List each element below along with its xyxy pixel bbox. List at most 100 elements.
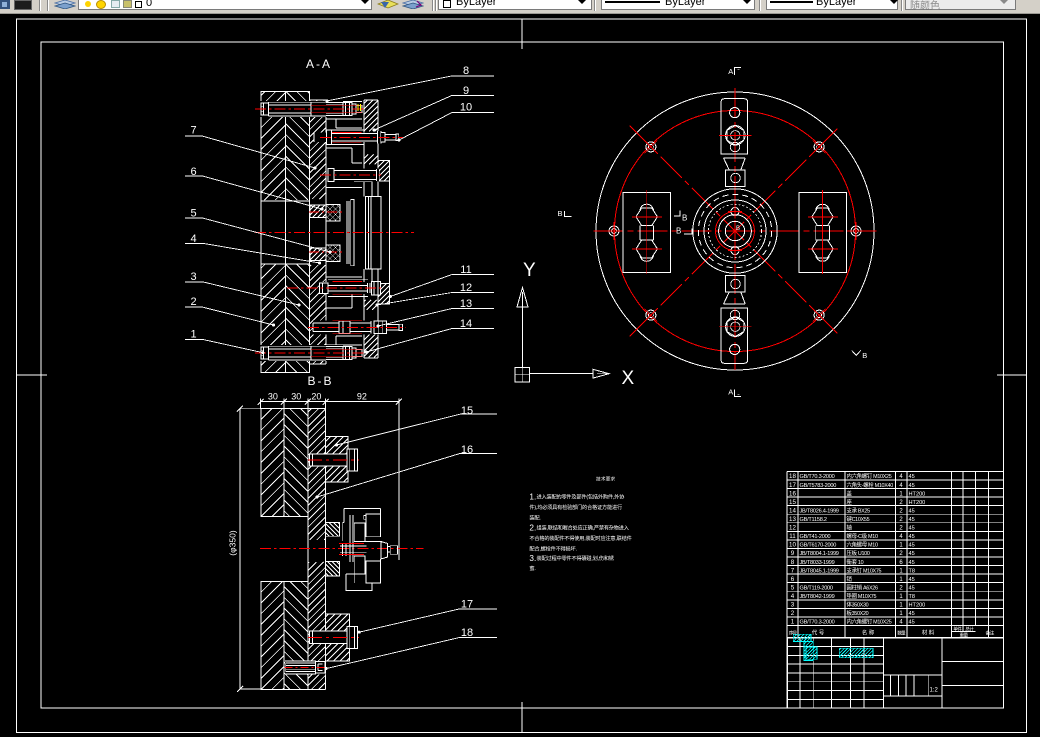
svg-text:B: B xyxy=(682,214,687,223)
svg-text:X: X xyxy=(622,368,635,389)
svg-text:B: B xyxy=(862,351,867,360)
svg-text:GB/T41-2000: GB/T41-2000 xyxy=(800,534,831,540)
svg-text:六角头-螺栓 M10X40: 六角头-螺栓 M10X40 xyxy=(847,481,894,489)
svg-text:1:2: 1:2 xyxy=(930,688,939,694)
svg-text:6: 6 xyxy=(791,576,795,583)
svg-text:45: 45 xyxy=(909,483,915,489)
svg-text:45: 45 xyxy=(909,474,915,480)
svg-text:45: 45 xyxy=(909,611,915,617)
svg-text:A: A xyxy=(728,67,733,76)
svg-text:装配.: 装配. xyxy=(529,514,540,522)
svg-text:进入装配的零件及部件(包括外购件,外协: 进入装配的零件及部件(包括外购件,外协 xyxy=(537,493,626,501)
svg-text:组装,联结和喔合处应正确,严禁有杂物进入: 组装,联结和喔合处应正确,严禁有杂物进入 xyxy=(537,524,629,532)
svg-text:9: 9 xyxy=(791,550,795,557)
svg-text:30: 30 xyxy=(268,391,278,401)
svg-text:轴: 轴 xyxy=(847,524,852,532)
svg-text:45: 45 xyxy=(909,543,915,549)
svg-text:7: 7 xyxy=(190,124,196,136)
svg-text:HT200: HT200 xyxy=(909,500,926,506)
svg-text:(φ350): (φ350) xyxy=(228,530,238,556)
svg-text:JB/T8045.1-1999: JB/T8045.1-1999 xyxy=(800,568,839,574)
svg-text:键C10X55: 键C10X55 xyxy=(847,515,870,523)
svg-text:2: 2 xyxy=(190,296,196,308)
svg-text:3: 3 xyxy=(190,271,196,283)
svg-text:4: 4 xyxy=(791,593,795,600)
svg-text:2: 2 xyxy=(791,610,795,617)
svg-text:16: 16 xyxy=(789,490,796,497)
svg-text:GB/T119-2000: GB/T119-2000 xyxy=(800,585,833,591)
svg-text:圆柱销 A6X26: 圆柱销 A6X26 xyxy=(847,583,878,591)
svg-text:GB/T70.3-2000: GB/T70.3-2000 xyxy=(800,474,835,480)
svg-text:A-A: A-A xyxy=(306,57,332,71)
svg-text:45: 45 xyxy=(909,508,915,514)
svg-text:30: 30 xyxy=(291,391,301,401)
svg-text:衛套 10: 衛套 10 xyxy=(847,558,864,566)
svg-text:垫圈 M10X75: 垫圈 M10X75 xyxy=(847,592,877,600)
svg-text:20: 20 xyxy=(311,391,321,401)
svg-text:B: B xyxy=(558,209,563,218)
svg-text:15: 15 xyxy=(789,499,796,506)
svg-text:3: 3 xyxy=(791,602,795,609)
svg-text:5: 5 xyxy=(791,584,795,591)
svg-text:单件: 单件 xyxy=(953,626,962,633)
svg-text:支承钉 M10X75: 支承钉 M10X75 xyxy=(847,566,882,574)
svg-text:装配过程中零件不得磧碰,划,伤和锈: 装配过程中零件不得磧碰,划,伤和锈 xyxy=(537,554,614,562)
svg-text:件),均必须具有检验部门的合格证方能进行: 件),均必须具有检验部门的合格证方能进行 xyxy=(529,503,622,511)
svg-text:B: B xyxy=(676,227,681,236)
svg-text:HT200: HT200 xyxy=(909,491,926,497)
svg-text:13: 13 xyxy=(789,516,796,523)
svg-text:15: 15 xyxy=(461,405,473,417)
svg-text:B-B: B-B xyxy=(307,374,333,388)
svg-text:45: 45 xyxy=(909,585,915,591)
svg-text:1.: 1. xyxy=(529,493,536,502)
svg-text:45: 45 xyxy=(909,577,915,583)
svg-text:10: 10 xyxy=(789,542,796,549)
svg-text:45: 45 xyxy=(909,526,915,532)
svg-text:92: 92 xyxy=(357,391,367,401)
svg-text:材 料: 材 料 xyxy=(922,629,935,637)
svg-text:JB/T8033-1999: JB/T8033-1999 xyxy=(800,560,835,566)
svg-text:Y: Y xyxy=(523,260,536,281)
svg-text:配合,螺栓件不得损坏.: 配合,螺栓件不得损坏. xyxy=(529,545,576,553)
svg-text:GB/T1158.2: GB/T1158.2 xyxy=(800,517,827,523)
svg-text:数量: 数量 xyxy=(897,630,906,637)
svg-text:8: 8 xyxy=(791,559,795,566)
svg-text:45: 45 xyxy=(909,620,915,626)
svg-text:10: 10 xyxy=(460,102,472,114)
svg-text:JB/T8004.1-1999: JB/T8004.1-1999 xyxy=(800,551,839,557)
svg-text:B: B xyxy=(736,226,740,232)
svg-text:HT200: HT200 xyxy=(909,603,926,609)
svg-text:螺母-C级 M10: 螺母-C级 M10 xyxy=(847,532,878,540)
svg-text:3.: 3. xyxy=(529,554,536,563)
svg-text:GB/T5783-2000: GB/T5783-2000 xyxy=(800,483,837,489)
svg-text:T8: T8 xyxy=(909,568,916,574)
svg-text:备注: 备注 xyxy=(986,630,995,637)
svg-text:14: 14 xyxy=(789,507,796,514)
svg-text:内六角螺钉 M10X25: 内六角螺钉 M10X25 xyxy=(847,618,892,626)
svg-text:45: 45 xyxy=(909,534,915,540)
svg-text:总计: 总计 xyxy=(965,626,974,633)
svg-text:12: 12 xyxy=(789,525,796,532)
svg-text:8: 8 xyxy=(463,65,469,77)
svg-text:支承 BX25: 支承 BX25 xyxy=(847,506,871,514)
svg-text:1: 1 xyxy=(791,619,795,626)
svg-text:45: 45 xyxy=(909,517,915,523)
svg-text:技术要求: 技术要求 xyxy=(596,476,615,483)
svg-text:代 号: 代 号 xyxy=(812,629,825,637)
svg-text:1: 1 xyxy=(190,329,196,341)
svg-text:18: 18 xyxy=(789,473,796,480)
svg-text:17: 17 xyxy=(789,482,796,489)
svg-text:不合格的装配件不得使用,装配时应注意,联结件: 不合格的装配件不得使用,装配时应注意,联结件 xyxy=(529,534,631,542)
svg-text:7: 7 xyxy=(791,567,795,574)
svg-text:A: A xyxy=(728,388,733,397)
svg-text:名 称: 名 称 xyxy=(862,629,875,637)
svg-text:板350X20: 板350X20 xyxy=(847,609,869,617)
svg-text:45: 45 xyxy=(909,551,915,557)
svg-text:体350X30: 体350X30 xyxy=(847,601,869,609)
svg-text:JB/T8042-1999: JB/T8042-1999 xyxy=(800,594,835,600)
svg-text:压板 U100: 压板 U100 xyxy=(847,549,870,557)
svg-text:45: 45 xyxy=(909,560,915,566)
svg-text:JB/T8026.4-1999: JB/T8026.4-1999 xyxy=(800,508,839,514)
svg-text:蜜.: 蜜. xyxy=(529,564,535,572)
svg-text:六角螺母 M10: 六角螺母 M10 xyxy=(847,541,878,549)
